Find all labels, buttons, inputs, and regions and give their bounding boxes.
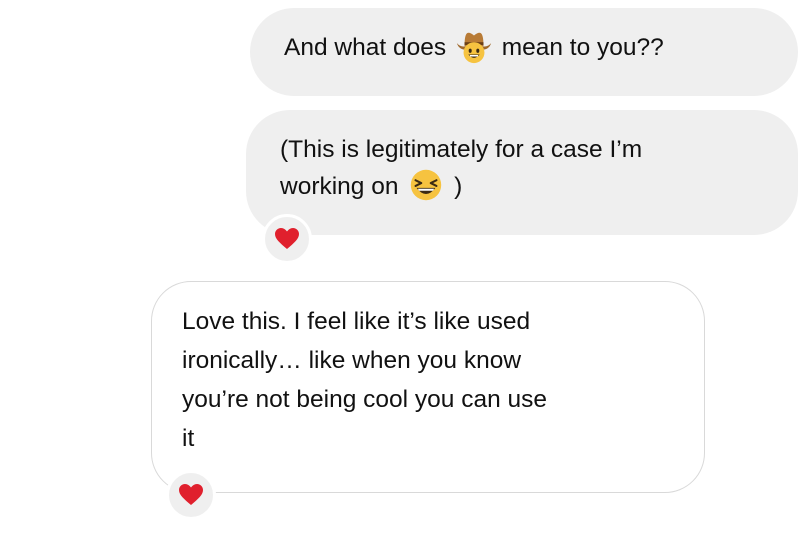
cowboy-face-emoji-icon [455,27,493,65]
incoming-message-bubble[interactable]: Love this. I feel like it’s like used ir… [151,281,705,493]
message-text-line: Love this. I feel like it’s like used [182,308,531,335]
outgoing-message-bubble[interactable]: (This is legitimately for a case I’m wor… [246,110,798,235]
message-text-line: (This is legitimately for a case I’m [280,136,643,163]
outgoing-message-bubble[interactable]: And what does mean to you?? [250,8,798,96]
heart-reaction-icon[interactable] [166,470,216,520]
message-text-line: it [182,425,195,452]
message-text-line: ironically… like when you know [182,347,522,374]
message-text: And what does mean to you?? [284,29,798,66]
laughing-face-emoji-icon [407,166,445,204]
message-text-line: working on ) [280,168,798,205]
message-text-line: you’re not being cool you can use [182,386,548,413]
heart-reaction-icon[interactable] [262,214,312,264]
